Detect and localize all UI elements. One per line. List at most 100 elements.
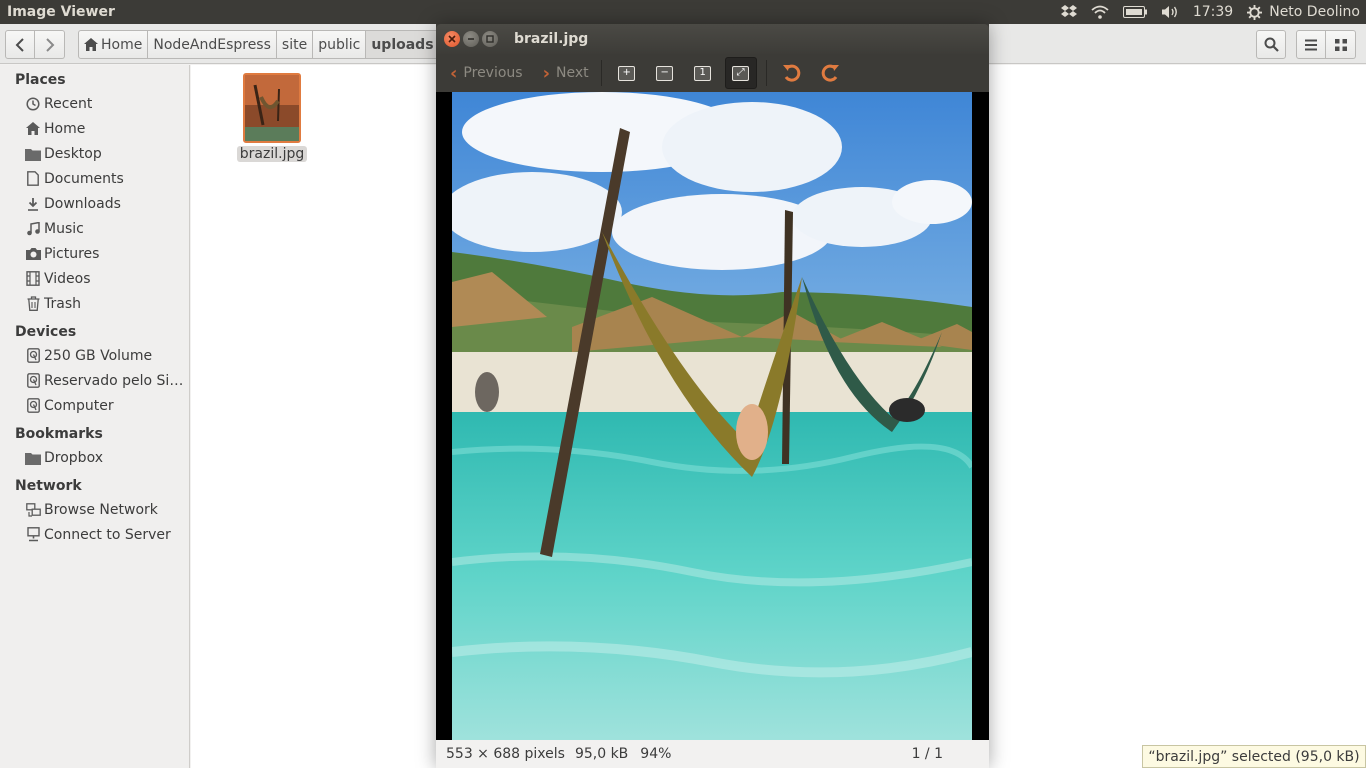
zoom-out-button[interactable]: − xyxy=(649,57,681,89)
image-position: 1 / 1 xyxy=(911,746,943,762)
crumb-nodeandespress[interactable]: NodeAndEspress xyxy=(148,30,277,59)
sidebar-item-250-gb-volume[interactable]: 250 GB Volume xyxy=(0,343,189,368)
rotate-left-button[interactable] xyxy=(776,57,808,89)
app-title: Image Viewer xyxy=(7,4,115,20)
chevron-left-icon xyxy=(15,37,24,52)
wifi-icon[interactable] xyxy=(1084,0,1116,24)
breadcrumb: Home NodeAndEspress site public uploads xyxy=(78,30,440,59)
search-button[interactable] xyxy=(1256,30,1286,59)
menu-button[interactable] xyxy=(1296,30,1326,59)
sidebar-item-label: Videos xyxy=(44,270,91,287)
crumb-label: site xyxy=(281,36,308,53)
rotate-right-button[interactable] xyxy=(814,57,846,89)
sidebar-section-places: Places xyxy=(15,72,66,88)
close-icon xyxy=(448,35,456,43)
window-controls xyxy=(444,31,498,47)
music-icon xyxy=(25,221,41,237)
sidebar-item-videos[interactable]: Videos xyxy=(0,266,189,291)
clock[interactable]: 17:39 xyxy=(1186,0,1240,24)
sidebar-item-trash[interactable]: Trash xyxy=(0,291,189,316)
crumb-uploads[interactable]: uploads xyxy=(366,30,440,59)
camera-icon xyxy=(25,246,41,262)
previous-label: Previous xyxy=(463,65,523,81)
header-actions xyxy=(1256,30,1356,59)
close-button[interactable] xyxy=(444,31,460,47)
battery-icon[interactable] xyxy=(1116,0,1154,24)
sidebar-item-label: Computer xyxy=(44,397,114,414)
forward-button[interactable] xyxy=(35,30,65,59)
viewer-toolbar: ‹ Previous › Next + − 1 ⤢ xyxy=(436,54,989,92)
sidebar-item-label: Dropbox xyxy=(44,449,103,466)
sidebar-item-home[interactable]: Home xyxy=(0,116,189,141)
indicator-area: 17:39 Neto Deolino xyxy=(1054,0,1366,24)
top-panel: Image Viewer 17:39 Neto Deolino xyxy=(0,0,1366,24)
crumb-site[interactable]: site xyxy=(276,30,314,59)
selection-status: “brazil.jpg” selected (95,0 kB) xyxy=(1142,745,1366,768)
zoom-in-icon: + xyxy=(618,65,636,81)
file-item-brazil[interactable]: brazil.jpg xyxy=(236,73,308,162)
sidebar-item-documents[interactable]: Documents xyxy=(0,166,189,191)
sidebar-item-label: 250 GB Volume xyxy=(44,347,153,364)
chevron-right-icon: › xyxy=(542,62,551,84)
chevron-left-icon: ‹ xyxy=(450,62,458,84)
crumb-home[interactable]: Home xyxy=(78,30,149,59)
best-fit-icon: ⤢ xyxy=(732,65,750,81)
next-label: Next xyxy=(556,65,589,81)
volume-icon[interactable] xyxy=(1154,0,1186,24)
chevron-right-icon xyxy=(45,37,54,52)
sidebar-section-network: Network xyxy=(15,478,82,494)
sidebar-item-downloads[interactable]: Downloads xyxy=(0,191,189,216)
zoom-in-button[interactable]: + xyxy=(611,57,643,89)
dropbox-icon[interactable] xyxy=(1054,0,1084,24)
crumb-public[interactable]: public xyxy=(313,30,367,59)
sidebar-item-desktop[interactable]: Desktop xyxy=(0,141,189,166)
image-canvas[interactable] xyxy=(436,92,989,740)
next-button[interactable]: › Next xyxy=(537,58,595,88)
viewer-title: brazil.jpg xyxy=(514,31,589,47)
sidebar-item-reservado-pelo-sis[interactable]: Reservado pelo Sis… xyxy=(0,368,189,393)
power-gear-icon[interactable] xyxy=(1240,0,1265,24)
sidebar-item-computer[interactable]: Computer xyxy=(0,393,189,418)
file-thumbnail[interactable] xyxy=(243,73,301,143)
displayed-image[interactable] xyxy=(452,92,972,740)
folder-icon xyxy=(25,146,41,162)
image-viewer-window: brazil.jpg ‹ Previous › Next + − 1 ⤢ 553… xyxy=(436,24,989,768)
back-button[interactable] xyxy=(5,30,35,59)
rotate-left-icon xyxy=(782,64,800,82)
toolbar-separator xyxy=(765,60,767,86)
sidebar-item-connect-to-server[interactable]: Connect to Server xyxy=(0,522,189,547)
home-icon xyxy=(25,121,41,137)
clock-icon xyxy=(25,96,41,112)
viewer-statusbar: 553 × 688 pixels 95,0 kB 94% 1 / 1 xyxy=(436,740,989,768)
previous-button[interactable]: ‹ Previous xyxy=(444,58,529,88)
drive-icon xyxy=(25,348,41,364)
toolbar-separator xyxy=(600,60,602,86)
best-fit-button[interactable]: ⤢ xyxy=(724,57,757,89)
sidebar-item-label: Desktop xyxy=(44,145,102,162)
sidebar-item-dropbox[interactable]: Dropbox xyxy=(0,445,189,470)
normal-size-button[interactable]: 1 xyxy=(687,57,719,89)
sidebar-item-recent[interactable]: Recent xyxy=(0,91,189,116)
file-name[interactable]: brazil.jpg xyxy=(236,146,308,162)
sidebar-item-label: Trash xyxy=(44,295,81,312)
sidebar: Places Recent Home Desktop Documents Download… xyxy=(0,65,190,768)
history-buttons xyxy=(5,30,65,59)
viewer-titlebar[interactable]: brazil.jpg xyxy=(436,24,989,54)
minimize-button[interactable] xyxy=(463,31,479,47)
film-icon xyxy=(25,271,41,287)
sidebar-item-music[interactable]: Music xyxy=(0,216,189,241)
zoom-level: 94% xyxy=(640,746,672,762)
sidebar-item-pictures[interactable]: Pictures xyxy=(0,241,189,266)
grid-view-button[interactable] xyxy=(1326,30,1356,59)
sidebar-item-label: Documents xyxy=(44,170,124,187)
minimize-icon xyxy=(468,38,474,40)
sidebar-item-label: Recent xyxy=(44,95,93,112)
download-icon xyxy=(25,196,41,212)
view-buttons xyxy=(1296,30,1356,59)
user-name[interactable]: Neto Deolino xyxy=(1265,0,1366,24)
sidebar-item-browse-network[interactable]: Browse Network xyxy=(0,497,189,522)
maximize-button[interactable] xyxy=(482,31,498,47)
hamburger-icon xyxy=(1305,39,1317,50)
crumb-label: NodeAndEspress xyxy=(153,36,271,53)
server-icon xyxy=(25,527,41,543)
